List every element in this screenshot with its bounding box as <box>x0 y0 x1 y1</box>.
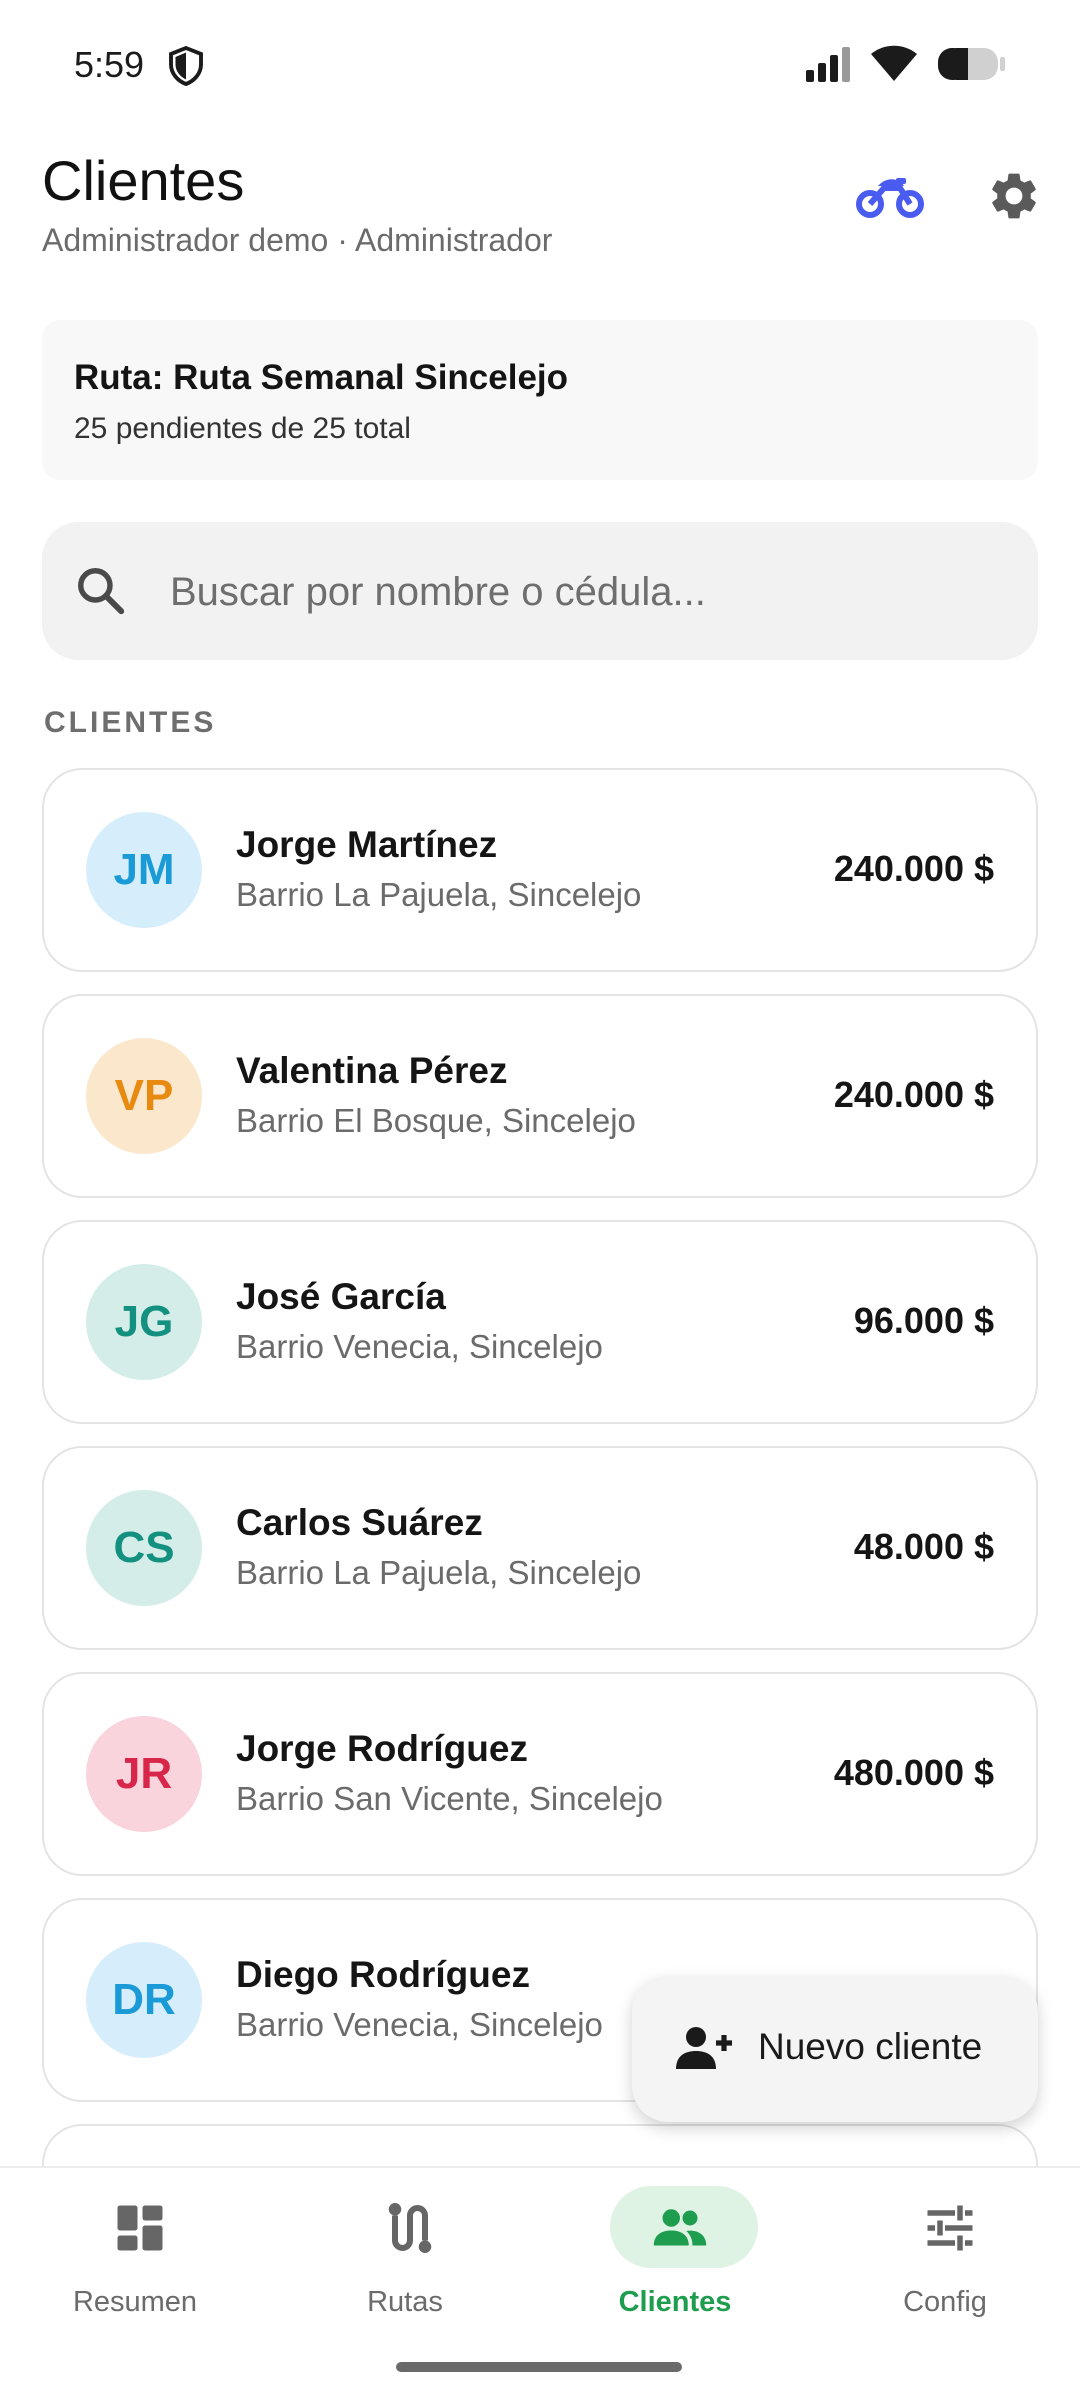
avatar: VP <box>86 1038 202 1154</box>
nav-label: Resumen <box>72 2286 198 2318</box>
tune-icon <box>927 2205 973 2251</box>
person-add-icon <box>676 2027 732 2069</box>
client-name: Jorge Martínez <box>236 824 498 865</box>
client-name: Diego Rodríguez <box>236 1954 530 1995</box>
search-bar[interactable] <box>42 522 1038 660</box>
shield-icon <box>169 46 203 86</box>
client-card[interactable]: JR Jorge Rodríguez Barrio San Vicente, S… <box>42 1672 1038 1876</box>
avatar: JG <box>86 1264 202 1380</box>
avatar: DR <box>86 1942 202 2058</box>
client-name: Carlos Suárez <box>236 1502 483 1543</box>
client-amount: 240.000 $ <box>833 848 994 889</box>
avatar: JM <box>86 812 202 928</box>
client-name: Jorge Rodríguez <box>236 1728 528 1769</box>
battery-icon <box>938 48 1005 80</box>
client-amount: 96.000 $ <box>853 1300 994 1341</box>
client-address: Barrio La Pajuela, Sincelejo <box>236 876 642 913</box>
route-summary-card[interactable]: Ruta: Ruta Semanal Sincelejo 25 pendient… <box>42 320 1038 480</box>
wifi-icon <box>871 45 917 81</box>
client-address: Barrio El Bosque, Sincelejo <box>236 1102 636 1139</box>
page-title: Clientes <box>42 149 245 212</box>
search-input[interactable] <box>168 552 1002 632</box>
page-header: Clientes Administrador demo · Administra… <box>42 148 1042 268</box>
nav-item-config[interactable]: Config <box>810 2168 1080 2348</box>
nav-item-resumen[interactable]: Resumen <box>0 2168 270 2348</box>
settings-gear-icon[interactable] <box>986 168 1042 224</box>
nav-item-rutas[interactable]: Rutas <box>270 2168 540 2348</box>
client-address: Barrio San Vicente, Sincelejo <box>236 1780 663 1817</box>
nav-item-clientes[interactable]: Clientes <box>540 2168 810 2348</box>
nav-label: Rutas <box>367 2286 443 2318</box>
search-icon <box>78 568 125 615</box>
people-icon <box>653 2209 707 2246</box>
client-card[interactable]: CS Carlos Suárez Barrio La Pajuela, Sinc… <box>42 1446 1038 1650</box>
client-card[interactable]: JM Jorge Martínez Barrio La Pajuela, Sin… <box>42 768 1038 972</box>
status-time: 5:59 <box>74 44 145 85</box>
nav-label: Clientes <box>618 2286 732 2318</box>
client-name: José García <box>236 1276 446 1317</box>
client-address: Barrio Venecia, Sincelejo <box>236 1328 603 1365</box>
status-bar: 5:59 <box>0 0 1080 130</box>
client-card[interactable]: JG José García Barrio Venecia, Sincelejo… <box>42 1220 1038 1424</box>
nav-label: Config <box>903 2286 987 2318</box>
new-client-button[interactable]: Nuevo cliente <box>632 1976 1038 2122</box>
avatar: JR <box>86 1716 202 1832</box>
route-title: Ruta: Ruta Semanal Sincelejo <box>74 358 569 397</box>
section-label-clients: CLIENTES <box>44 706 217 739</box>
client-amount: 48.000 $ <box>853 1526 994 1567</box>
user-role-subtitle: Administrador demo · Administrador <box>42 222 553 258</box>
avatar: CS <box>86 1490 202 1606</box>
client-card[interactable]: VP Valentina Pérez Barrio El Bosque, Sin… <box>42 994 1038 1198</box>
route-icon <box>388 2203 432 2253</box>
signal-icon <box>806 47 850 82</box>
client-address: Barrio Venecia, Sincelejo <box>236 2006 603 2043</box>
route-pending-summary: 25 pendientes de 25 total <box>74 412 411 445</box>
client-address: Barrio La Pajuela, Sincelejo <box>236 1554 642 1591</box>
dashboard-icon <box>117 2205 163 2251</box>
new-client-label: Nuevo cliente <box>758 2026 983 2067</box>
home-indicator[interactable] <box>396 2362 682 2372</box>
client-name: Valentina Pérez <box>236 1050 508 1091</box>
client-amount: 480.000 $ <box>833 1752 994 1793</box>
client-amount: 240.000 $ <box>833 1074 994 1115</box>
motorcycle-icon[interactable] <box>856 172 924 220</box>
